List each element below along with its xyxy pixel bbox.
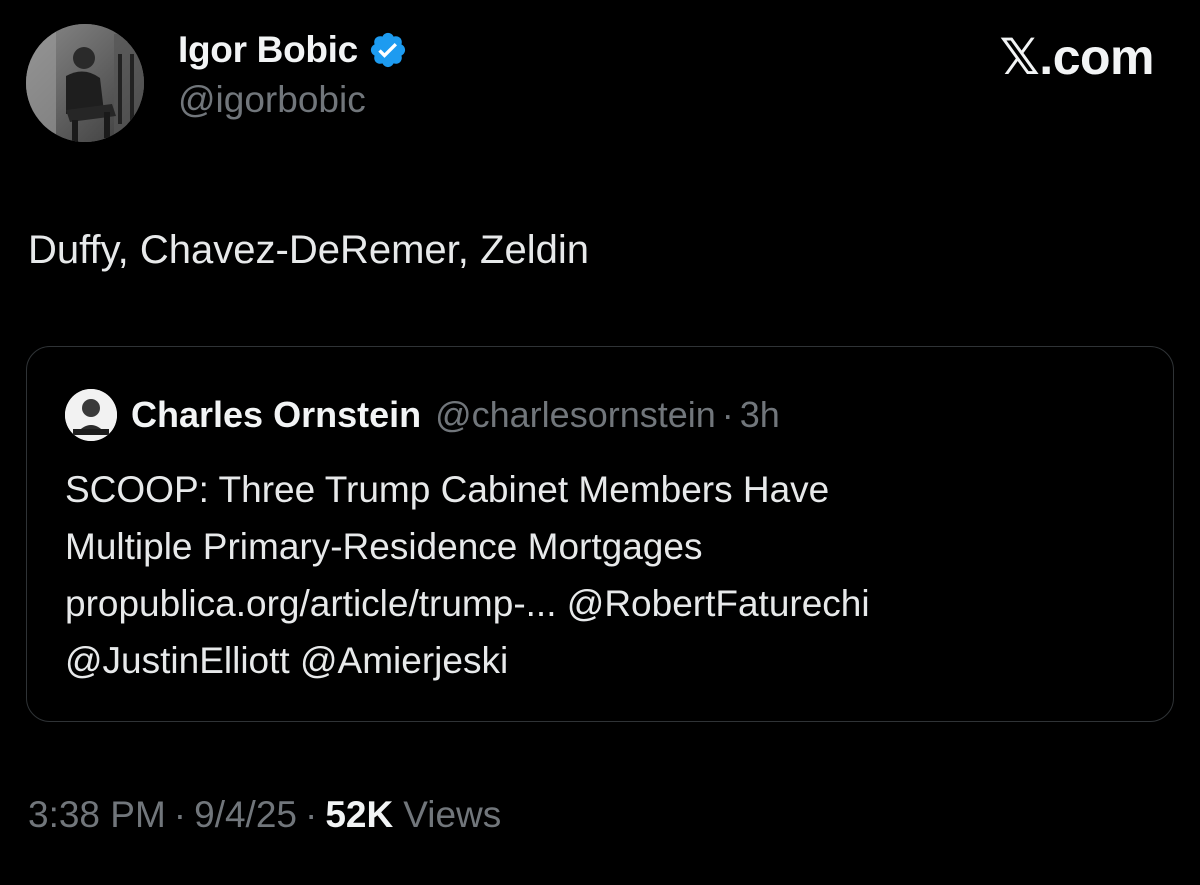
tweet-text: Duffy, Chavez-DeRemer, Zeldin — [28, 228, 589, 272]
profile-photo-icon — [26, 24, 144, 142]
quoted-text-line[interactable]: propublica.org/article/trump-... @Robert… — [65, 583, 870, 624]
author-avatar[interactable] — [26, 24, 144, 142]
tweet-time[interactable]: 3:38 PM — [28, 794, 166, 836]
profile-photo-icon — [65, 389, 117, 441]
quoted-text-line: SCOOP: Three Trump Cabinet Members Have — [65, 469, 830, 510]
brand-domain: .com — [1039, 29, 1154, 85]
quoted-text-line[interactable]: @JustinElliott @Amierjeski — [65, 640, 508, 681]
author-display-name[interactable]: Igor Bobic — [178, 29, 358, 71]
author-block: Igor Bobic @igorbobic — [178, 29, 408, 120]
quoted-tweet-text: SCOOP: Three Trump Cabinet Members Have … — [65, 461, 1145, 689]
display-name-row: Igor Bobic — [178, 29, 408, 71]
meta-separator: · — [305, 794, 318, 835]
views-label: Views — [403, 794, 502, 835]
tweet-date[interactable]: 9/4/25 — [194, 794, 297, 836]
quoted-tweet-header: Charles Ornstein @charlesornstein · 3h — [65, 389, 780, 441]
author-handle[interactable]: @igorbobic — [178, 80, 408, 120]
x-logo-icon: 𝕏 — [999, 28, 1040, 86]
views-count: 52K — [325, 794, 394, 835]
quoted-tweet-card[interactable]: Charles Ornstein @charlesornstein · 3h S… — [26, 346, 1174, 722]
verified-badge-icon[interactable] — [368, 30, 408, 70]
quoted-text-line: Multiple Primary-Residence Mortgages — [65, 526, 703, 567]
x-com-logo: 𝕏 .com — [1000, 28, 1155, 86]
quoted-author-avatar[interactable] — [65, 389, 117, 441]
quoted-timestamp[interactable]: 3h — [740, 394, 780, 436]
meta-separator: · — [173, 794, 187, 835]
tweet-meta: 3:38 PM · 9/4/25 · 52K Views — [28, 794, 501, 836]
quoted-author-name[interactable]: Charles Ornstein — [131, 394, 421, 436]
tweet-screenshot: Igor Bobic @igorbobic 𝕏 .com Duffy, Chave… — [0, 0, 1200, 885]
quoted-separator: · — [721, 394, 734, 435]
quoted-author-handle[interactable]: @charlesornstein — [435, 394, 716, 436]
